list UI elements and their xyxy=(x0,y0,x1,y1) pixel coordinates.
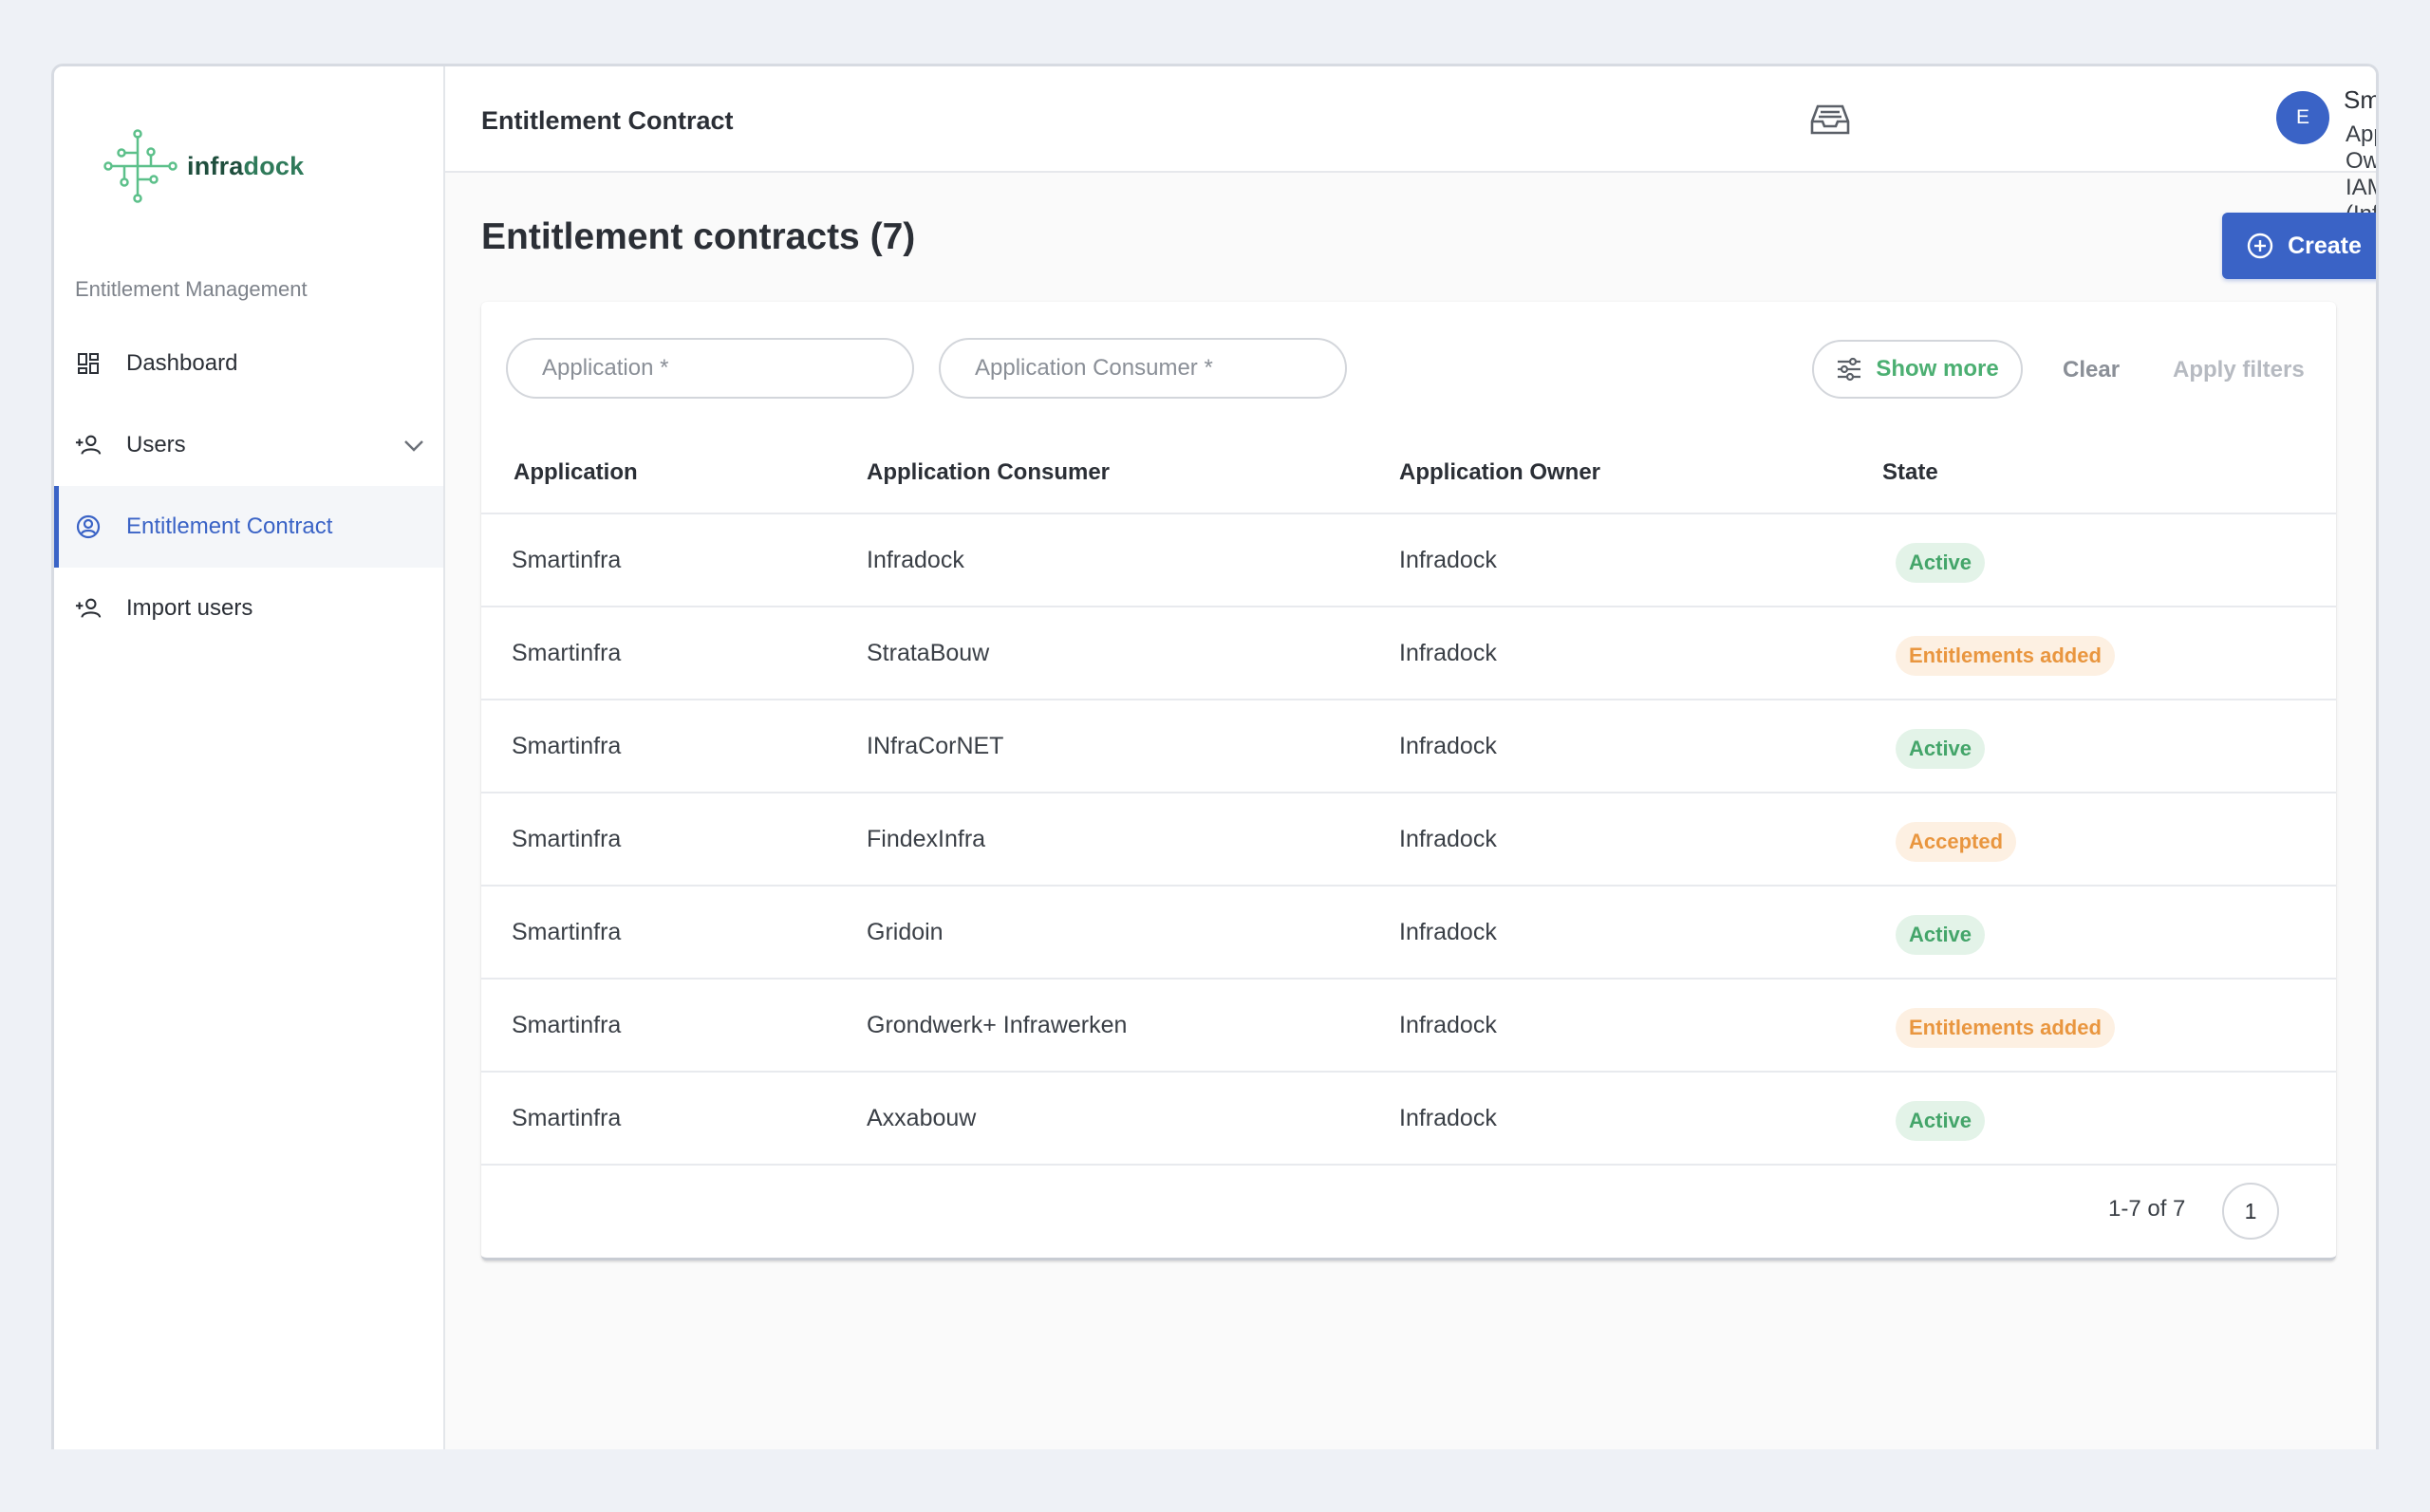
sidebar-item-label: Dashboard xyxy=(126,350,238,376)
sidebar-item-label: Import users xyxy=(126,595,253,621)
sliders-icon xyxy=(1838,357,1861,382)
account-circle-icon xyxy=(75,513,102,540)
main-content: Entitlement Contract E Smartinfra.accoun… xyxy=(445,66,2376,1449)
status-badge: Active xyxy=(1896,543,1986,583)
create-button[interactable]: Create xyxy=(2222,213,2376,279)
sidebar: infradock Entitlement Management Dashboa… xyxy=(54,66,445,1449)
topbar: Entitlement Contract E Smartinfra.accoun… xyxy=(445,66,2376,227)
cell-consumer: Gridoin xyxy=(867,919,944,945)
status-badge: Entitlements added xyxy=(1896,636,2115,676)
table-header: Application Application Consumer Applica… xyxy=(481,431,2336,514)
cell-application: Smartinfra xyxy=(512,547,622,573)
cell-owner: Infradock xyxy=(1399,547,1497,573)
table-row[interactable]: Smartinfra INfraCorNET Infradock Active xyxy=(481,700,2336,793)
sidebar-subtitle: Entitlement Management xyxy=(75,277,308,301)
add-circle-icon xyxy=(2247,233,2273,259)
infradock-logo[interactable]: infradock xyxy=(102,123,304,209)
cell-consumer: Grondwerk+ Infrawerken xyxy=(867,1012,1128,1038)
topbar-title: Entitlement Contract xyxy=(481,106,734,135)
user-email[interactable]: Smartinfra.account@infradock.net xyxy=(2344,85,2376,115)
create-button-label: Create xyxy=(2288,232,2362,259)
status-badge: Accepted xyxy=(1896,822,2017,862)
chevron-down-icon[interactable] xyxy=(403,433,424,459)
cell-owner: Infradock xyxy=(1399,826,1497,852)
apply-filters-button[interactable]: Apply filters xyxy=(2173,357,2305,383)
table-row[interactable]: Smartinfra Infradock Infradock Active xyxy=(481,514,2336,607)
cell-owner: Infradock xyxy=(1399,919,1497,945)
cell-application: Smartinfra xyxy=(512,1012,622,1038)
circuit-logo-icon xyxy=(103,129,178,203)
cell-consumer: Infradock xyxy=(867,547,964,573)
cell-consumer: Axxabouw xyxy=(867,1105,977,1131)
sidebar-item-import-users[interactable]: Import users xyxy=(54,568,443,649)
show-more-label: Show more xyxy=(1876,356,1999,382)
status-badge: Active xyxy=(1896,729,1986,769)
table-row[interactable]: Smartinfra Gridoin Infradock Active xyxy=(481,887,2336,980)
status-badge: Active xyxy=(1896,1101,1986,1141)
pagination-range: 1-7 of 7 xyxy=(2108,1196,2186,1222)
cell-consumer: StrataBouw xyxy=(867,640,990,666)
app-window: infradock Entitlement Management Dashboa… xyxy=(51,64,2379,1449)
cell-owner: Infradock xyxy=(1399,733,1497,759)
sidebar-item-dashboard[interactable]: Dashboard xyxy=(54,323,443,404)
add-user-icon xyxy=(75,432,102,458)
cell-consumer: INfraCorNET xyxy=(867,733,1004,759)
avatar[interactable]: E xyxy=(2276,91,2329,144)
application-filter-input[interactable] xyxy=(506,338,914,399)
inbox-icon[interactable] xyxy=(1808,101,1852,143)
cell-application: Smartinfra xyxy=(512,1105,622,1131)
cell-owner: Infradock xyxy=(1399,640,1497,666)
sidebar-item-label: Entitlement Contract xyxy=(126,513,333,539)
cell-application: Smartinfra xyxy=(512,733,622,759)
cell-owner: Infradock xyxy=(1399,1105,1497,1131)
status-badge: Active xyxy=(1896,915,1986,955)
page-button[interactable]: 1 xyxy=(2222,1183,2279,1240)
contracts-card: Show more Clear Apply filters Applicatio… xyxy=(481,302,2336,1260)
table-row[interactable]: Smartinfra FindexInfra Infradock Accepte… xyxy=(481,793,2336,887)
add-user-icon xyxy=(75,595,102,622)
cell-consumer: FindexInfra xyxy=(867,826,986,852)
show-more-button[interactable]: Show more xyxy=(1812,340,2023,399)
page-title: Entitlement contracts (7) xyxy=(481,216,916,257)
dashboard-icon xyxy=(75,350,102,377)
table-row[interactable]: Smartinfra Axxabouw Infradock Active xyxy=(481,1073,2336,1166)
column-header-application[interactable]: Application xyxy=(514,459,638,486)
sidebar-item-users[interactable]: Users xyxy=(54,404,443,486)
status-badge: Entitlements added xyxy=(1896,1008,2115,1048)
clear-button[interactable]: Clear xyxy=(2063,357,2120,383)
cell-application: Smartinfra xyxy=(512,919,622,945)
cell-owner: Infradock xyxy=(1399,1012,1497,1038)
table-row[interactable]: Smartinfra StrataBouw Infradock Entitlem… xyxy=(481,607,2336,700)
sidebar-item-label: Users xyxy=(126,432,186,457)
cell-application: Smartinfra xyxy=(512,640,622,666)
table-row[interactable]: Smartinfra Grondwerk+ Infrawerken Infrad… xyxy=(481,980,2336,1073)
application-consumer-filter-input[interactable] xyxy=(939,338,1347,399)
sidebar-item-entitlement-contract[interactable]: Entitlement Contract xyxy=(54,486,443,568)
column-header-application-consumer[interactable]: Application Consumer xyxy=(867,459,1110,486)
column-header-application-owner[interactable]: Application Owner xyxy=(1399,459,1600,486)
logo-text: infradock xyxy=(187,151,305,180)
column-header-state[interactable]: State xyxy=(1882,459,1938,486)
cell-application: Smartinfra xyxy=(512,826,622,852)
